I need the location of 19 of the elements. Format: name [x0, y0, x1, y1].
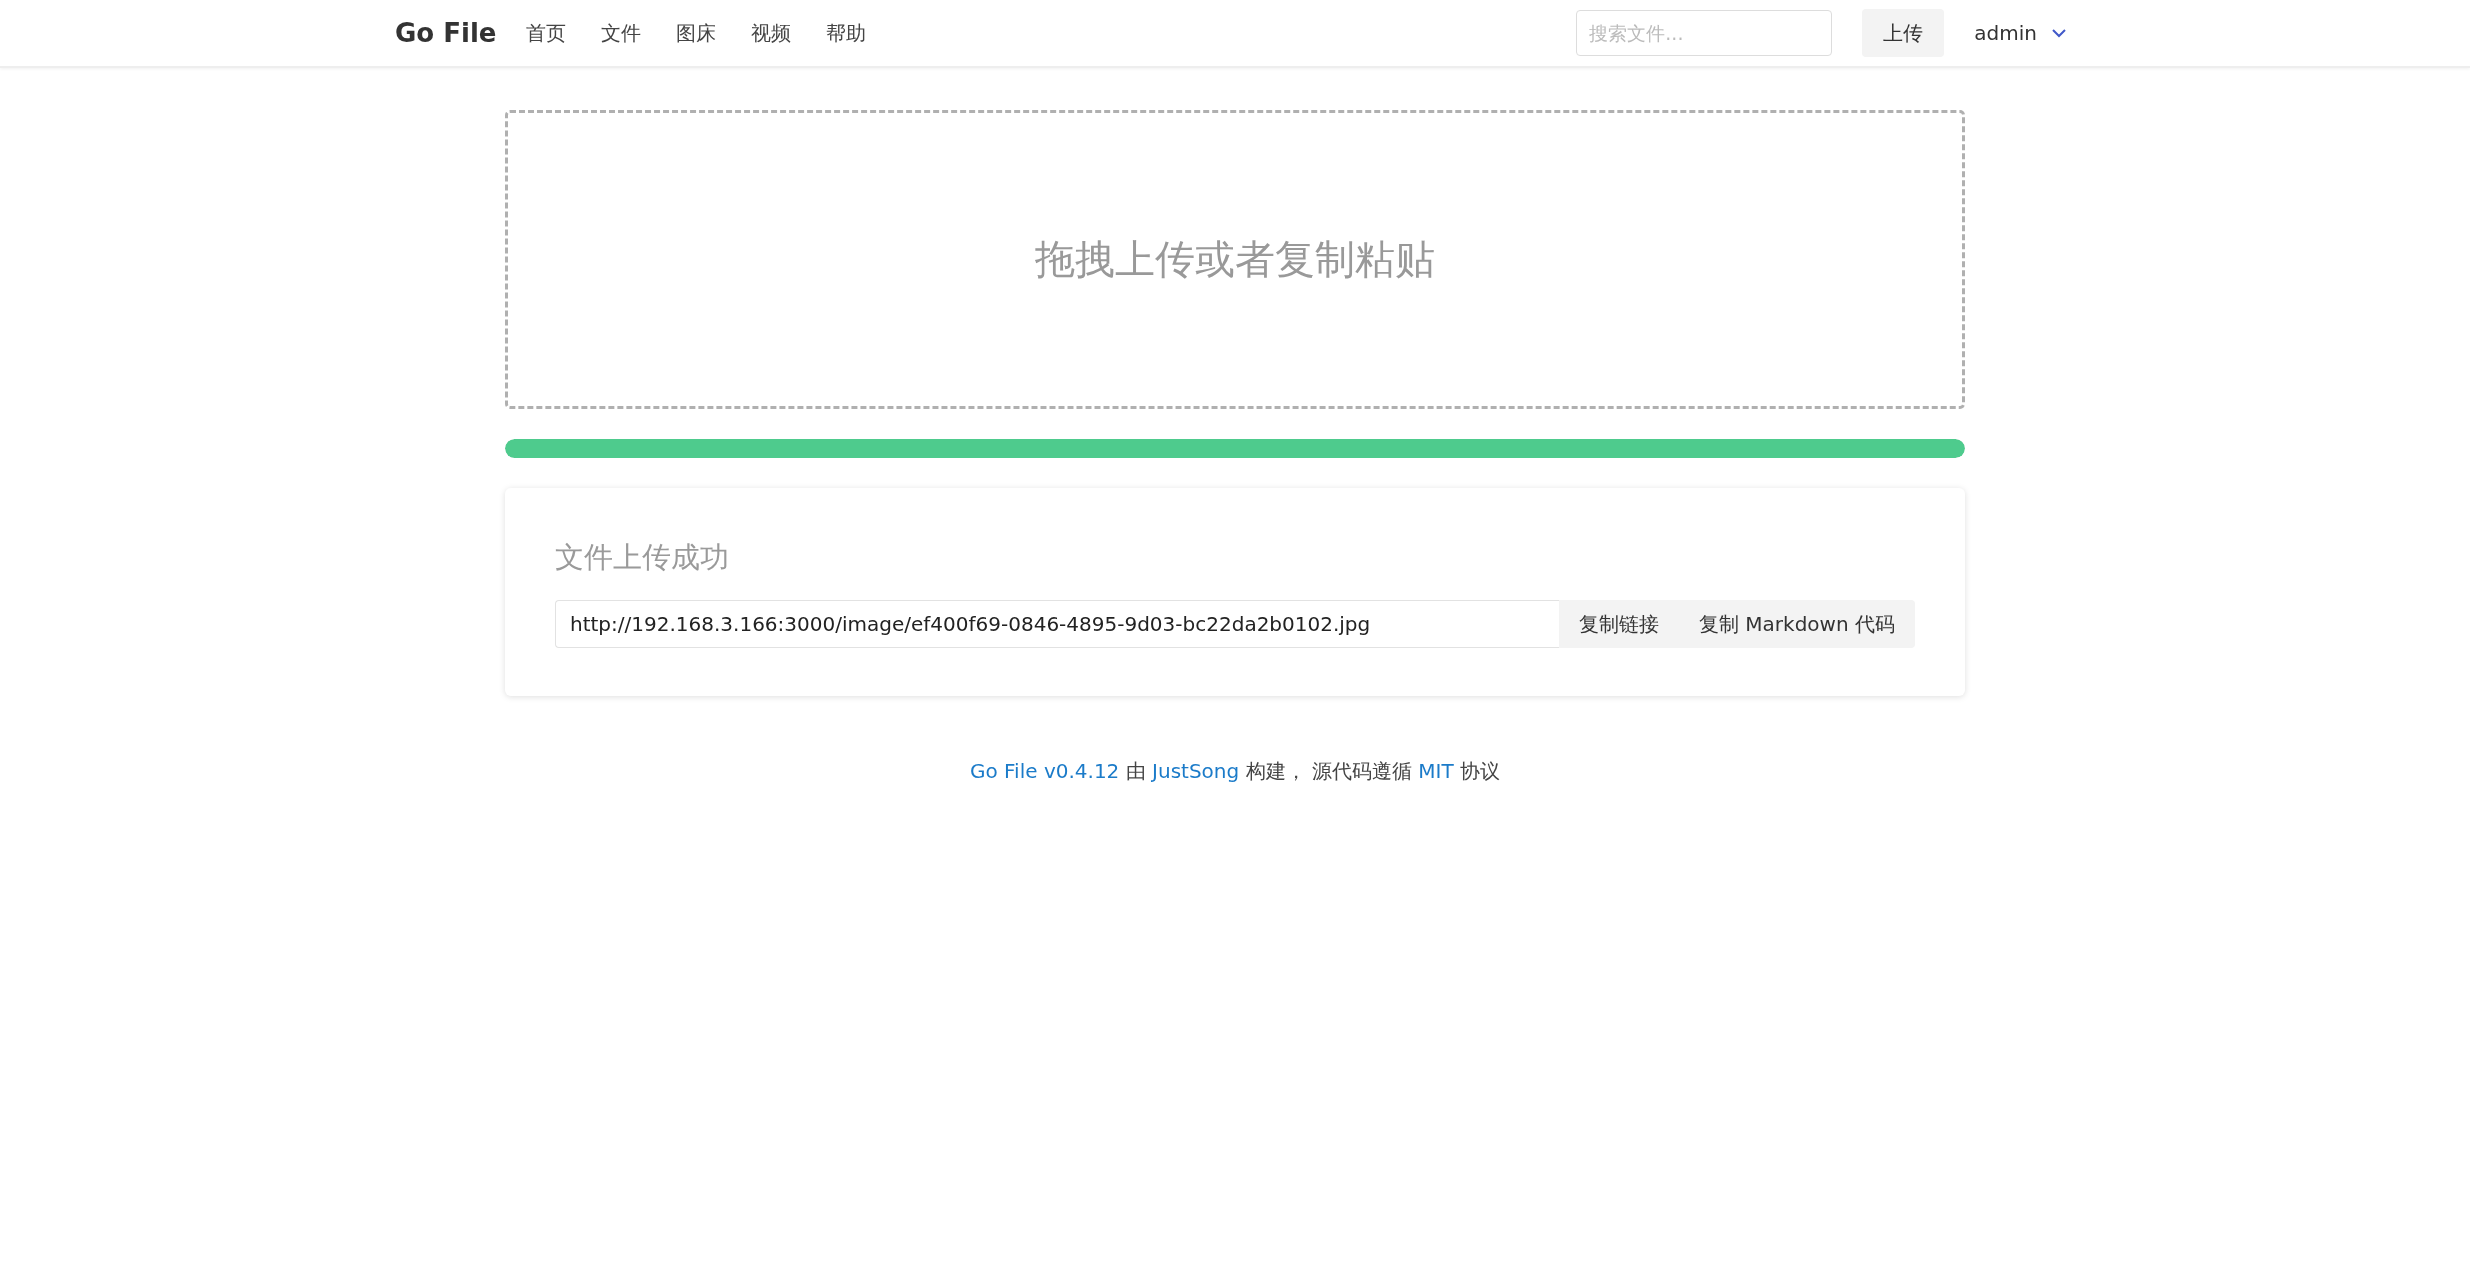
- copy-button[interactable]: 复制 Markdown 代码: [1679, 600, 1915, 648]
- footer-text: Go File v0.4.12 由 JustSong 构建， 源代码遵循 MIT 协议: [968, 758, 1501, 785]
- nav-link[interactable]: 帮助: [826, 19, 867, 47]
- user-menu[interactable]: admin: [1974, 21, 2037, 45]
- footer-link[interactable]: MIT: [1418, 759, 1454, 783]
- nav-link[interactable]: 文件: [601, 19, 642, 47]
- drop-zone-hint: 拖拽上传或者复制粘贴: [1035, 235, 1435, 284]
- upload-button[interactable]: 上传: [1862, 9, 1945, 57]
- footer-link[interactable]: Go File v0.4.12: [969, 759, 1120, 783]
- nav-link[interactable]: 视频: [751, 19, 792, 47]
- nav-link[interactable]: 首页: [526, 19, 567, 47]
- chevron-down-icon[interactable]: [2051, 28, 2067, 38]
- search-field[interactable]: 搜索文件...: [1576, 10, 1833, 56]
- copy-button[interactable]: 复制链接: [1559, 600, 1679, 648]
- nav-link[interactable]: 图床: [676, 19, 717, 47]
- success-title: 文件上传成功: [555, 539, 730, 576]
- footer-link[interactable]: JustSong: [1152, 759, 1240, 783]
- brand-logo[interactable]: Go File: [395, 18, 497, 48]
- url-field[interactable]: http://192.168.3.166:3000/image/ef400f69-0846-4895-9d03-bc22da2b0102.jpg: [555, 600, 1559, 648]
